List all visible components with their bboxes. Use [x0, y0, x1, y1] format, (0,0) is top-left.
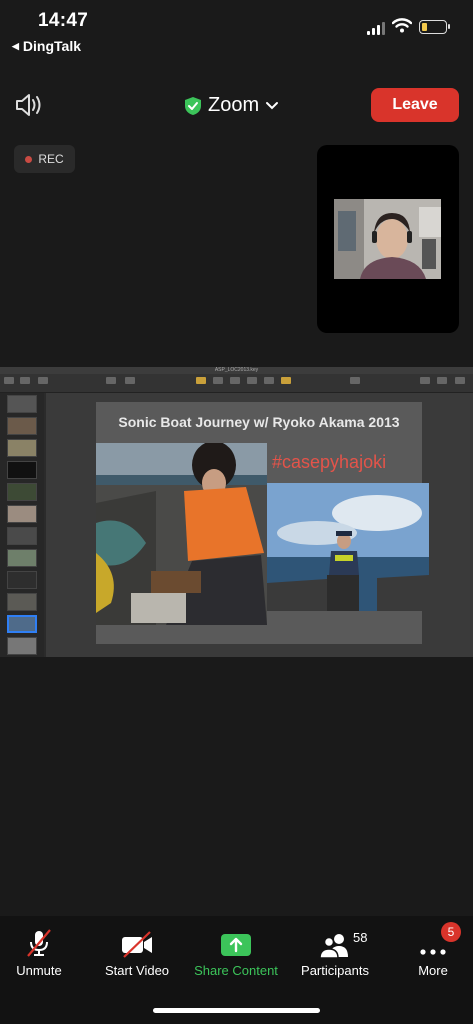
- share-content-button[interactable]: Share Content: [189, 928, 283, 978]
- leave-button[interactable]: Leave: [371, 88, 459, 122]
- cellular-signal-icon: [367, 22, 385, 35]
- more-dots-icon: [420, 949, 446, 955]
- recording-label: REC: [38, 152, 64, 166]
- participants-icon: [319, 934, 348, 958]
- video-off-icon: [122, 931, 152, 958]
- keynote-window-title: ASP_LOC2013.key: [0, 367, 473, 374]
- meeting-title: Zoom: [208, 94, 260, 116]
- start-video-label: Start Video: [104, 963, 170, 978]
- slide-hashtag: #casepyhajoki: [272, 452, 387, 472]
- status-time: 14:47: [38, 10, 89, 31]
- back-app-label: DingTalk: [22, 38, 81, 54]
- share-arrow-icon: [221, 934, 251, 956]
- start-video-button[interactable]: Start Video: [90, 928, 184, 978]
- slide-navigator[interactable]: [0, 393, 44, 657]
- keynote-toolbar: [0, 374, 473, 393]
- meeting-title-dropdown[interactable]: Zoom: [184, 94, 279, 117]
- slide-photo-woman-on-boat: [96, 443, 267, 625]
- more-label: More: [418, 963, 448, 978]
- wifi-icon: [392, 18, 412, 33]
- speaker-icon[interactable]: [14, 91, 46, 119]
- slide-photo-man-steering-boat: [267, 483, 429, 611]
- back-to-app-link[interactable]: ◀ DingTalk: [12, 38, 81, 54]
- unmute-label: Unmute: [16, 963, 62, 978]
- participants-count: 58: [353, 930, 368, 945]
- unmute-button[interactable]: Unmute: [0, 928, 86, 978]
- back-triangle-icon: ◀: [12, 40, 19, 51]
- notification-badge: 5: [441, 922, 461, 942]
- shield-check-icon: [185, 96, 201, 115]
- home-indicator[interactable]: [153, 1008, 320, 1013]
- mic-off-icon: [27, 929, 51, 957]
- battery-icon: [419, 20, 450, 34]
- participants-button[interactable]: Participants: [288, 928, 382, 978]
- record-dot-icon: [25, 155, 33, 163]
- participants-label: Participants: [301, 963, 369, 978]
- recording-indicator: REC: [14, 145, 75, 173]
- share-content-label: Share Content: [194, 963, 278, 978]
- participant-video: [334, 199, 441, 279]
- chevron-down-icon: [266, 101, 279, 109]
- slide-title: Sonic Boat Journey w/ Ryoko Akama 2013: [118, 414, 400, 430]
